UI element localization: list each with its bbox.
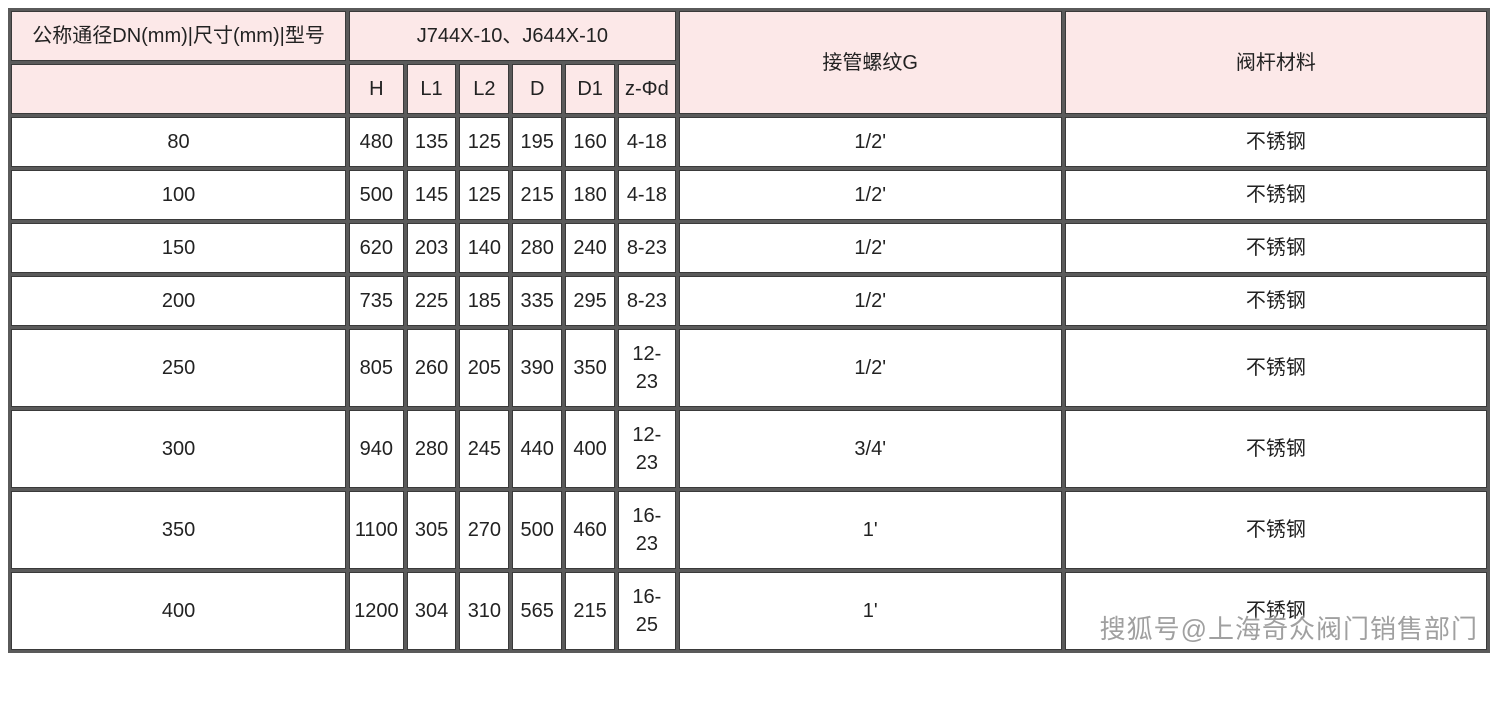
cell-d1: 400 bbox=[565, 410, 615, 488]
table-row: 1506202031402802408-231/2'不锈钢 bbox=[11, 223, 1487, 273]
cell-h: 1100 bbox=[349, 491, 404, 569]
cell-dn: 200 bbox=[11, 276, 346, 326]
cell-g: 1' bbox=[679, 491, 1062, 569]
cell-zphi: 12-23 bbox=[618, 410, 676, 488]
table-row: 2007352251853352958-231/2'不锈钢 bbox=[11, 276, 1487, 326]
cell-d1: 180 bbox=[565, 170, 615, 220]
cell-d: 565 bbox=[512, 572, 562, 650]
cell-mat: 不锈钢 bbox=[1065, 223, 1487, 273]
cell-h: 500 bbox=[349, 170, 404, 220]
header-sub-l1: L1 bbox=[407, 64, 457, 114]
cell-d1: 240 bbox=[565, 223, 615, 273]
cell-dn: 300 bbox=[11, 410, 346, 488]
cell-l1: 135 bbox=[407, 117, 457, 167]
cell-g: 3/4' bbox=[679, 410, 1062, 488]
table-row: 350110030527050046016-231'不锈钢 bbox=[11, 491, 1487, 569]
cell-l1: 260 bbox=[407, 329, 457, 407]
cell-dn: 350 bbox=[11, 491, 346, 569]
cell-g: 1/2' bbox=[679, 170, 1062, 220]
header-model-group: J744X-10、J644X-10 bbox=[349, 11, 676, 61]
valve-spec-table: 公称通径DN(mm)|尺寸(mm)|型号 J744X-10、J644X-10 接… bbox=[8, 8, 1490, 653]
table-row: 1005001451252151804-181/2'不锈钢 bbox=[11, 170, 1487, 220]
cell-mat: 不锈钢 bbox=[1065, 170, 1487, 220]
header-thread: 接管螺纹G bbox=[679, 11, 1062, 114]
cell-d: 280 bbox=[512, 223, 562, 273]
cell-l2: 140 bbox=[459, 223, 509, 273]
cell-h: 1200 bbox=[349, 572, 404, 650]
cell-dn: 400 bbox=[11, 572, 346, 650]
cell-d: 390 bbox=[512, 329, 562, 407]
table-header: 公称通径DN(mm)|尺寸(mm)|型号 J744X-10、J644X-10 接… bbox=[11, 11, 1487, 114]
cell-mat: 不锈钢 bbox=[1065, 276, 1487, 326]
cell-d1: 460 bbox=[565, 491, 615, 569]
cell-dn: 150 bbox=[11, 223, 346, 273]
cell-l2: 205 bbox=[459, 329, 509, 407]
table-body: 804801351251951604-181/2'不锈钢100500145125… bbox=[11, 117, 1487, 650]
cell-g: 1/2' bbox=[679, 223, 1062, 273]
cell-zphi: 8-23 bbox=[618, 223, 676, 273]
cell-zphi: 12-23 bbox=[618, 329, 676, 407]
cell-zphi: 16-25 bbox=[618, 572, 676, 650]
cell-d1: 350 bbox=[565, 329, 615, 407]
cell-mat: 不锈钢 bbox=[1065, 329, 1487, 407]
header-sub-zphi: z-Φd bbox=[618, 64, 676, 114]
table-row: 400120030431056521516-251'不锈钢 bbox=[11, 572, 1487, 650]
header-sub-h: H bbox=[349, 64, 404, 114]
cell-dn: 100 bbox=[11, 170, 346, 220]
cell-l1: 203 bbox=[407, 223, 457, 273]
cell-mat: 不锈钢 bbox=[1065, 572, 1487, 650]
cell-l2: 125 bbox=[459, 117, 509, 167]
cell-l1: 225 bbox=[407, 276, 457, 326]
cell-h: 620 bbox=[349, 223, 404, 273]
cell-d: 500 bbox=[512, 491, 562, 569]
cell-d1: 295 bbox=[565, 276, 615, 326]
cell-l1: 304 bbox=[407, 572, 457, 650]
cell-l2: 125 bbox=[459, 170, 509, 220]
header-dn: 公称通径DN(mm)|尺寸(mm)|型号 bbox=[11, 11, 346, 61]
cell-dn: 80 bbox=[11, 117, 346, 167]
cell-h: 805 bbox=[349, 329, 404, 407]
cell-l2: 310 bbox=[459, 572, 509, 650]
header-sub-d: D bbox=[512, 64, 562, 114]
cell-zphi: 4-18 bbox=[618, 117, 676, 167]
cell-h: 940 bbox=[349, 410, 404, 488]
cell-d: 335 bbox=[512, 276, 562, 326]
header-dn-empty bbox=[11, 64, 346, 114]
cell-h: 480 bbox=[349, 117, 404, 167]
cell-d: 195 bbox=[512, 117, 562, 167]
header-material: 阀杆材料 bbox=[1065, 11, 1487, 114]
cell-dn: 250 bbox=[11, 329, 346, 407]
cell-mat: 不锈钢 bbox=[1065, 117, 1487, 167]
header-sub-l2: L2 bbox=[459, 64, 509, 114]
cell-d1: 215 bbox=[565, 572, 615, 650]
table-row: 30094028024544040012-233/4'不锈钢 bbox=[11, 410, 1487, 488]
cell-l1: 280 bbox=[407, 410, 457, 488]
cell-l2: 185 bbox=[459, 276, 509, 326]
cell-l2: 245 bbox=[459, 410, 509, 488]
cell-h: 735 bbox=[349, 276, 404, 326]
cell-g: 1/2' bbox=[679, 117, 1062, 167]
header-sub-d1: D1 bbox=[565, 64, 615, 114]
cell-d: 215 bbox=[512, 170, 562, 220]
cell-d1: 160 bbox=[565, 117, 615, 167]
table-row: 25080526020539035012-231/2'不锈钢 bbox=[11, 329, 1487, 407]
cell-d: 440 bbox=[512, 410, 562, 488]
table-row: 804801351251951604-181/2'不锈钢 bbox=[11, 117, 1487, 167]
cell-g: 1' bbox=[679, 572, 1062, 650]
cell-mat: 不锈钢 bbox=[1065, 491, 1487, 569]
cell-zphi: 8-23 bbox=[618, 276, 676, 326]
cell-g: 1/2' bbox=[679, 329, 1062, 407]
cell-zphi: 16-23 bbox=[618, 491, 676, 569]
cell-mat: 不锈钢 bbox=[1065, 410, 1487, 488]
cell-l1: 145 bbox=[407, 170, 457, 220]
cell-l2: 270 bbox=[459, 491, 509, 569]
cell-zphi: 4-18 bbox=[618, 170, 676, 220]
cell-g: 1/2' bbox=[679, 276, 1062, 326]
cell-l1: 305 bbox=[407, 491, 457, 569]
